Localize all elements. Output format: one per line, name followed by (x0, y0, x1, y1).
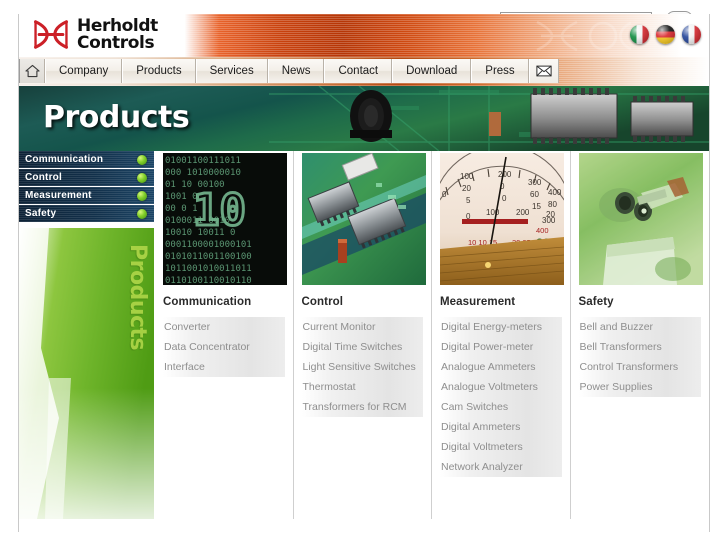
sidebar-item-label: Measurement (25, 190, 92, 201)
main-navigation-bar: Company Products Services News Contact D… (19, 57, 709, 86)
column-title-measurement: Measurement (440, 296, 516, 308)
herholdt-bowtie-icon (34, 20, 68, 49)
sidebar-vertical-label: Products (125, 244, 150, 351)
page-title: Products (43, 100, 190, 135)
product-column-measurement: 100 200 300 400 20 0 60 80 50 15 20 0 0 100 20… (432, 151, 571, 519)
sidebar-item-label: Control (25, 172, 62, 183)
svg-text:300: 300 (542, 216, 556, 225)
svg-text:0: 0 (442, 190, 447, 199)
list-item[interactable]: Thermostat (301, 377, 423, 397)
brand-logo[interactable]: Herholdt Controls (31, 18, 158, 51)
product-list-measurement: Digital Energy-meters Digital Power-mete… (440, 317, 562, 477)
nav-home-button[interactable] (19, 59, 45, 83)
product-column-control: Control Current Monitor Digital Time Swi… (294, 151, 432, 519)
svg-text:20: 20 (462, 184, 471, 193)
category-sidebar: Communication Control Measurement Safety (19, 151, 154, 519)
svg-text:200: 200 (498, 170, 512, 179)
list-item[interactable]: Network Analyzer (440, 457, 562, 477)
hero-banner: Products (19, 86, 709, 151)
list-item[interactable]: Interface (163, 357, 285, 377)
svg-text:80: 80 (548, 200, 557, 209)
product-column-communication: 01001100111011 000 1010000010 01 10 0010… (155, 151, 294, 519)
svg-text:200: 200 (516, 208, 530, 217)
green-led-icon (137, 173, 147, 183)
svg-text:100: 100 (486, 208, 500, 217)
control-category-image (301, 153, 426, 285)
nav-item-services[interactable]: Services (195, 59, 268, 83)
svg-text:15: 15 (532, 202, 541, 211)
nav-item-press[interactable]: Press (471, 59, 529, 83)
flag-italian-button[interactable] (630, 25, 649, 44)
green-led-icon (137, 191, 147, 201)
analog-meter-dial-image: 100 200 300400 20 0 6080 50 1520 0 0 100 20… (440, 153, 564, 285)
sidebar-item-label: Safety (25, 208, 57, 219)
sidebar-item-control[interactable]: Control (19, 169, 154, 187)
content-area: Communication Control Measurement Safety (19, 151, 709, 532)
measurement-category-image: 100 200 300 400 20 0 60 80 50 15 20 0 0 100 20… (440, 153, 564, 285)
site-frame: Herholdt Controls Company Products Servi… (18, 14, 710, 532)
category-menu: Communication Control Measurement Safety (19, 151, 154, 223)
list-item[interactable]: Light Sensitive Switches (301, 357, 423, 377)
svg-text:60: 60 (530, 190, 539, 199)
svg-text:100: 100 (460, 172, 474, 181)
sidebar-item-measurement[interactable]: Measurement (19, 187, 154, 205)
safety-category-image (578, 153, 703, 285)
nav-item-products[interactable]: Products (122, 59, 196, 83)
list-item[interactable]: Bell and Buzzer (578, 317, 701, 337)
brand-line-2: Controls (77, 32, 155, 53)
column-title-safety: Safety (578, 296, 614, 308)
svg-text:0: 0 (502, 194, 507, 203)
product-list-control: Current Monitor Digital Time Switches Li… (301, 317, 423, 417)
sidebar-item-communication[interactable]: Communication (19, 151, 154, 169)
list-item[interactable]: Digital Time Switches (301, 337, 423, 357)
list-item[interactable]: Current Monitor (301, 317, 423, 337)
svg-text:400: 400 (548, 188, 562, 197)
binary-code-image: 01001100111011 000 1010000010 01 10 0010… (163, 153, 287, 285)
list-item[interactable]: Power Supplies (578, 377, 701, 397)
list-item[interactable]: Analogue Voltmeters (440, 377, 562, 397)
green-led-icon (137, 155, 147, 165)
nav-item-company[interactable]: Company (45, 59, 123, 83)
circuit-board-chips-image (301, 153, 426, 285)
product-list-communication: Converter Data Concentrator Interface (163, 317, 285, 377)
list-item[interactable]: Bell Transformers (578, 337, 701, 357)
page-root: HOME ENGLISH PRODUCT SEARCH GO (0, 0, 727, 545)
sidebar-item-safety[interactable]: Safety (19, 205, 154, 223)
list-item[interactable]: Analogue Ammeters (440, 357, 562, 377)
svg-text:5: 5 (466, 196, 471, 205)
product-list-safety: Bell and Buzzer Bell Transformers Contro… (578, 317, 701, 397)
column-title-control: Control (301, 296, 344, 308)
product-columns: 01001100111011 000 1010000010 01 10 0010… (155, 151, 709, 519)
column-title-communication: Communication (163, 296, 252, 308)
nav-item-news[interactable]: News (267, 59, 325, 83)
sidebar-decorative-graphic: Products (19, 228, 154, 519)
list-item[interactable]: Converter (163, 317, 285, 337)
flag-german-button[interactable] (656, 25, 675, 44)
green-components-image (578, 153, 703, 285)
communication-category-image: 01001100111011 000 1010000010 01 10 0010… (163, 153, 287, 285)
nav-item-download[interactable]: Download (392, 59, 472, 83)
list-item[interactable]: Cam Switches (440, 397, 562, 417)
list-item[interactable]: Transformers for RCM (301, 397, 423, 417)
list-item[interactable]: Control Transformers (578, 357, 701, 377)
product-column-safety: Safety Bell and Buzzer Bell Transformers… (571, 151, 710, 519)
flag-french-button[interactable] (682, 25, 701, 44)
list-item[interactable]: Digital Voltmeters (440, 437, 562, 457)
brand-wordmark: Herholdt Controls (77, 18, 158, 51)
nav-contact-mail-button[interactable] (528, 59, 559, 83)
list-item[interactable]: Digital Ammeters (440, 417, 562, 437)
svg-text:300: 300 (528, 178, 542, 187)
nav-item-contact[interactable]: Contact (324, 59, 393, 83)
list-item[interactable]: Digital Power-meter (440, 337, 562, 357)
svg-text:400: 400 (536, 226, 549, 235)
main-navigation: Company Products Services News Contact D… (19, 59, 559, 83)
list-item[interactable]: Data Concentrator (163, 337, 285, 357)
language-switcher (630, 25, 701, 44)
mail-icon (536, 65, 552, 77)
list-item[interactable]: Digital Energy-meters (440, 317, 562, 337)
green-led-icon (137, 209, 147, 219)
logo-banner: Herholdt Controls (19, 14, 709, 57)
home-icon (24, 64, 40, 78)
sidebar-item-label: Communication (25, 154, 104, 165)
